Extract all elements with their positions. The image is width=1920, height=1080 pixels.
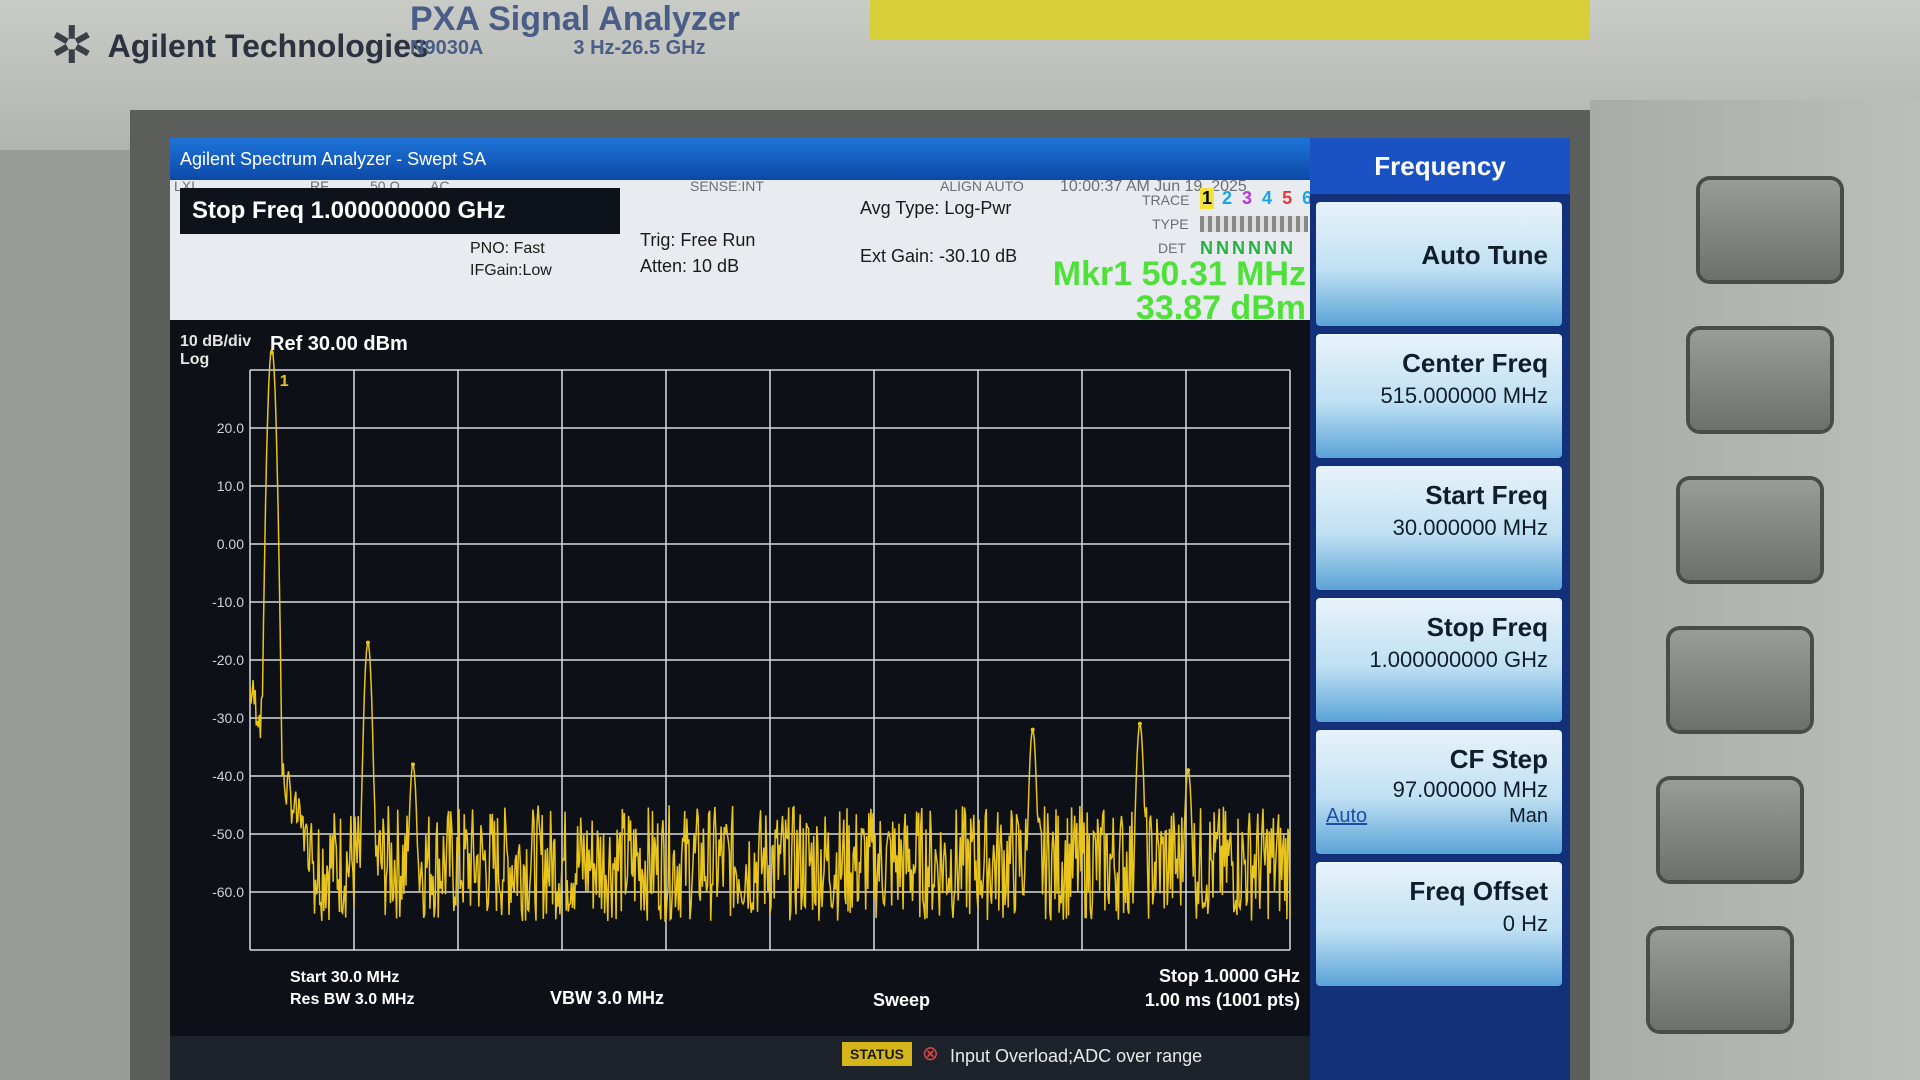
cf-step-key[interactable]: CF Step 97.000000 MHz Auto Man [1316, 730, 1562, 854]
trace-2: 2 [1222, 188, 1233, 208]
y-tick-label: -30.0 [212, 710, 244, 726]
stop-freq-key[interactable]: Stop Freq 1.000000000 GHz [1316, 598, 1562, 722]
log-label: Log [180, 351, 209, 368]
active-parameter[interactable]: Stop Freq 1.000000000 GHz [180, 188, 620, 234]
stop-freq-key-value: 1.000000000 GHz [1369, 647, 1548, 672]
trace-3: 3 [1242, 188, 1253, 208]
model-name: PXA Signal Analyzer [410, 0, 741, 38]
softkey-panel: Frequency Auto Tune Center Freq 515.0000… [1310, 138, 1570, 1080]
trace-5: 5 [1282, 188, 1293, 208]
agilent-star-icon: ✲ [50, 17, 94, 75]
scale-label: 10 dB/div [180, 333, 251, 350]
softkey-menu-title: Frequency [1310, 138, 1570, 194]
status-badge[interactable]: STATUS [842, 1042, 912, 1066]
error-message: Input Overload;ADC over range [950, 1046, 1203, 1066]
center-freq-value: 515.000000 MHz [1380, 383, 1548, 408]
vbw-label: VBW 3.0 MHz [550, 988, 664, 1008]
atten-label: Atten: 10 dB [640, 256, 740, 276]
error-icon: ⊗ [922, 1043, 939, 1065]
auto-tune-key[interactable]: Auto Tune [1316, 202, 1562, 326]
status-panel: LXI RF 50 Ω AC SENSE:INT ALIGN AUTO 10:0… [170, 178, 1312, 326]
freq-offset-value: 0 Hz [1502, 911, 1548, 936]
brand-name: Agilent Technologies [107, 27, 429, 64]
cf-step-man: Man [1509, 805, 1548, 827]
sweep-time: 1.00 ms (1001 pts) [1145, 990, 1300, 1010]
trace-4: 4 [1262, 188, 1273, 208]
trace-selector: 1 2 3 4 5 6 [1200, 188, 1314, 209]
center-freq-label: Center Freq [1402, 348, 1548, 378]
auto-tune-label: Auto Tune [1421, 240, 1548, 270]
ifgain-label: IFGain:Low [470, 262, 552, 279]
model-number: N9030A [410, 37, 484, 59]
peak-point [1030, 727, 1035, 732]
trace-label: TRACE [1142, 192, 1190, 208]
start-freq-key[interactable]: Start Freq 30.000000 MHz [1316, 466, 1562, 590]
trigger-label: Trig: Free Run [640, 230, 756, 250]
peak-point [410, 762, 415, 767]
hardware-softkey-1[interactable] [1700, 180, 1840, 280]
det-label: DET [1158, 240, 1186, 256]
y-tick-label: -60.0 [212, 884, 244, 900]
trace-1: 1 [1200, 188, 1215, 209]
pno-label: PNO: Fast [470, 240, 545, 257]
stop-freq-key-label: Stop Freq [1426, 612, 1548, 642]
freq-offset-key[interactable]: Freq Offset 0 Hz [1316, 862, 1562, 986]
hardware-softkey-3[interactable] [1680, 480, 1820, 580]
window-title: Agilent Spectrum Analyzer - Swept SA [170, 138, 1310, 180]
stop-freq-label: Stop 1.0000 GHz [1159, 966, 1300, 986]
res-bw-label: Res BW 3.0 MHz [290, 991, 414, 1008]
avg-type-label: Avg Type: Log-Pwr [860, 198, 1012, 218]
peak-point [1137, 721, 1142, 726]
status-bar: STATUS ⊗ Input Overload;ADC over range [170, 1036, 1310, 1080]
yellow-sticker [870, 0, 1590, 40]
y-tick-label: -50.0 [212, 826, 244, 842]
peak-point [365, 640, 370, 645]
freq-range: 3 Hz-26.5 GHz [573, 37, 706, 59]
y-tick-label: 20.0 [217, 420, 244, 436]
cf-step-auto: Auto [1326, 805, 1368, 827]
center-freq-key[interactable]: Center Freq 515.000000 MHz [1316, 334, 1562, 458]
spectrum-plot[interactable]: 20.0 10.0 0.00 -10.0 -20.0 -30.0 -40.0 -50.0 -60… [170, 320, 1310, 1036]
ext-gain-label: Ext Gain: -30.10 dB [860, 246, 1018, 266]
ref-level: Ref 30.00 dBm [270, 333, 408, 355]
y-tick-label: 10.0 [217, 478, 244, 494]
hardware-softkey-6[interactable] [1650, 930, 1790, 1030]
model-block: PXA Signal Analyzer N9030A 3 Hz-26.5 GHz [410, 0, 740, 60]
y-tick-label: 0.00 [217, 536, 244, 552]
peak-point [1186, 768, 1191, 773]
start-freq-key-label: Start Freq [1425, 480, 1548, 510]
hardware-softkey-2[interactable] [1690, 330, 1830, 430]
align-label: ALIGN AUTO [940, 178, 1024, 194]
freq-offset-label: Freq Offset [1409, 876, 1548, 906]
cf-step-value: 97.000000 MHz [1392, 777, 1548, 802]
start-freq-key-value: 30.000000 MHz [1392, 515, 1548, 540]
start-freq-label: Start 30.0 MHz [290, 969, 399, 986]
y-axis-ticks: 20.0 10.0 0.00 -10.0 -20.0 -30.0 -40.0 -50.0 -60… [212, 420, 244, 900]
type-label: TYPE [1152, 216, 1189, 232]
sweep-label: Sweep [873, 990, 930, 1010]
cf-step-label: CF Step [1449, 744, 1548, 774]
trace-type-icon [1200, 216, 1308, 232]
analyzer-screen: Agilent Spectrum Analyzer - Swept SA LXI… [170, 138, 1570, 1080]
y-tick-label: -40.0 [212, 768, 244, 784]
marker-frequency: Mkr1 50.31 MHz [1052, 255, 1306, 293]
hardware-softkey-4[interactable] [1670, 630, 1810, 730]
brand-logo: ✲ Agilent Technologies [50, 20, 429, 72]
hardware-softkey-5[interactable] [1660, 780, 1800, 880]
y-tick-label: -20.0 [212, 652, 244, 668]
y-tick-label: -10.0 [212, 594, 244, 610]
marker-1-flag: 1 [280, 373, 289, 390]
sense-label: SENSE:INT [690, 178, 764, 194]
